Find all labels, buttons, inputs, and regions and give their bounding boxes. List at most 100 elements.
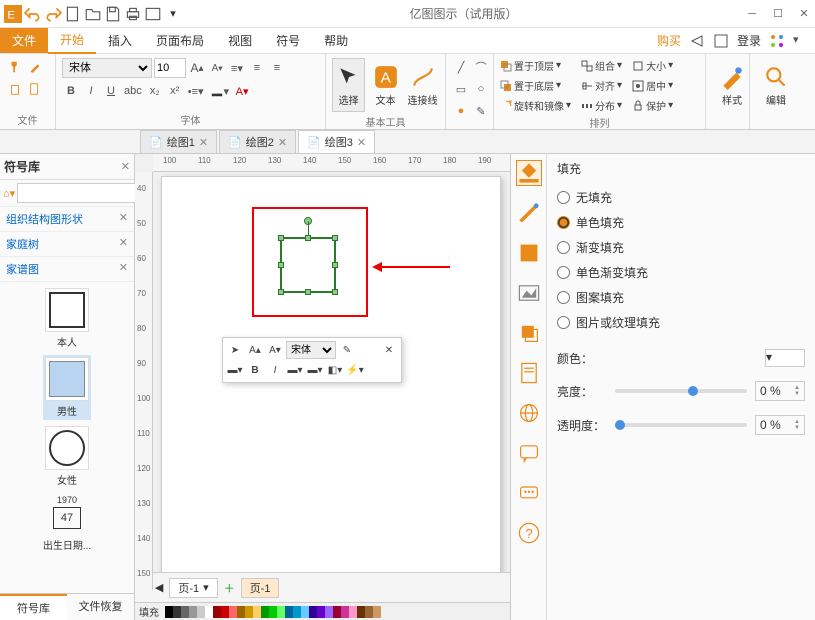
prev-page-icon[interactable]: ◀ (155, 581, 163, 594)
rotate-flip[interactable]: 旋转和镜像▾ (500, 98, 571, 113)
menu-view[interactable]: 视图 (216, 28, 264, 53)
page-tab-current[interactable]: 页-1▾ (169, 578, 217, 598)
qat-dropdown-icon[interactable]: ▾ (164, 5, 182, 23)
color-swatch[interactable] (333, 606, 341, 618)
paste-icon[interactable] (26, 80, 44, 98)
color-swatch[interactable] (357, 606, 365, 618)
panel-web-icon[interactable] (516, 400, 542, 426)
panel-fill-icon[interactable] (516, 160, 542, 186)
maximize-icon[interactable]: ☐ (771, 7, 785, 21)
line-spacing-icon[interactable]: ≡▾ (228, 59, 246, 77)
panel-comment-icon[interactable] (516, 440, 542, 466)
opacity-value[interactable]: 0 %▲▼ (755, 415, 805, 435)
ribbon-collapse-icon[interactable]: ▾ (793, 33, 809, 49)
font-size-input[interactable] (154, 58, 186, 78)
ft-increase-font[interactable]: A▴ (246, 341, 264, 359)
symbol-year[interactable]: 197047 (51, 493, 83, 531)
color-swatch[interactable] (365, 606, 373, 618)
brightness-value[interactable]: 0 %▲▼ (755, 381, 805, 401)
canvas-viewport[interactable]: ➤ A▴ A▾ 宋体 ✎ ✕ ▬▾ B I ▬▾ ▬▾ ◧▾ ⚡▾ (153, 172, 510, 572)
category-family-tree[interactable]: 家庭树✕ (0, 232, 134, 257)
app-icon[interactable]: E (4, 5, 22, 23)
strikethrough-icon[interactable]: abc (122, 82, 144, 100)
color-swatch[interactable] (293, 606, 301, 618)
menu-insert[interactable]: 插入 (96, 28, 144, 53)
superscript-icon[interactable]: x² (166, 82, 184, 100)
fill-option-0[interactable]: 无填充 (557, 185, 805, 210)
preview-icon[interactable] (144, 5, 162, 23)
color-swatch[interactable] (325, 606, 333, 618)
selected-shape[interactable] (280, 237, 336, 293)
menu-symbol[interactable]: 符号 (264, 28, 312, 53)
save-icon[interactable] (104, 5, 122, 23)
align-left-icon[interactable]: ≡ (248, 59, 266, 77)
panel-image-icon[interactable] (516, 280, 542, 306)
distribute-btn[interactable]: 分布▾ (581, 98, 622, 113)
share-icon[interactable] (689, 33, 705, 49)
ft-shadow-icon[interactable]: ▬▾ (306, 361, 324, 379)
color-swatch[interactable] (285, 606, 293, 618)
fill-option-2[interactable]: 渐变填充 (557, 235, 805, 260)
close-tab-icon[interactable]: ✕ (357, 136, 366, 149)
ft-line-icon[interactable]: ▬▾ (286, 361, 304, 379)
tab-symlib[interactable]: 符号库 (0, 594, 67, 620)
arc-shape-icon[interactable]: ⌒ (472, 58, 490, 76)
edit-button[interactable]: 编辑 (756, 58, 796, 112)
select-tool[interactable]: 选择 (332, 58, 365, 112)
color-swatch[interactable] (197, 606, 205, 618)
color-swatch[interactable] (341, 606, 349, 618)
color-swatch[interactable] (301, 606, 309, 618)
category-genealogy[interactable]: 家谱图✕ (0, 257, 134, 282)
doc-tab-3[interactable]: 📄绘图3✕ (298, 130, 375, 153)
color-swatch[interactable] (221, 606, 229, 618)
panel-shadow-icon[interactable] (516, 240, 542, 266)
fill-option-5[interactable]: 图片或纹理填充 (557, 310, 805, 335)
underline-icon[interactable]: U (102, 82, 120, 100)
align-btn[interactable]: 对齐▾ (581, 78, 622, 93)
symbol-female[interactable]: 女性 (43, 424, 91, 489)
ft-bold[interactable]: B (246, 361, 264, 379)
close-tab-icon[interactable]: ✕ (278, 136, 287, 149)
login-link[interactable]: 登录 (737, 32, 761, 49)
fill-option-1[interactable]: 单色填充 (557, 210, 805, 235)
color-swatch[interactable] (373, 606, 381, 618)
ft-italic[interactable]: I (266, 361, 284, 379)
panel-close-icon[interactable]: ✕ (121, 160, 130, 173)
page-tab-next[interactable]: 页-1 (241, 578, 280, 598)
connector-tool[interactable]: 连接线 (406, 58, 439, 112)
tab-recovery[interactable]: 文件恢复 (67, 594, 134, 620)
color-swatch[interactable] (213, 606, 221, 618)
close-tab-icon[interactable]: ✕ (199, 136, 208, 149)
protect-btn[interactable]: 保护▾ (632, 98, 673, 113)
color-palette[interactable] (165, 606, 381, 618)
drawing-page[interactable]: ➤ A▴ A▾ 宋体 ✎ ✕ ▬▾ B I ▬▾ ▬▾ ◧▾ ⚡▾ (161, 176, 501, 572)
italic-icon[interactable]: I (82, 82, 100, 100)
brightness-slider[interactable] (615, 389, 747, 393)
remove-cat-icon[interactable]: ✕ (119, 211, 128, 227)
close-icon[interactable]: ✕ (797, 7, 811, 21)
panel-page-icon[interactable] (516, 360, 542, 386)
oval-shape-icon[interactable]: ○ (472, 80, 490, 98)
font-name-select[interactable]: 宋体 (62, 58, 152, 78)
color-swatch[interactable] (309, 606, 317, 618)
bring-to-front[interactable]: 置于顶层▾ (500, 58, 571, 73)
panel-line-icon[interactable] (516, 200, 542, 226)
subscript-icon[interactable]: x₂ (146, 82, 164, 100)
color-swatch[interactable] (165, 606, 173, 618)
remove-cat-icon[interactable]: ✕ (119, 236, 128, 252)
category-org-chart[interactable]: 组织结构图形状✕ (0, 207, 134, 232)
color-picker[interactable]: ▾ (765, 349, 805, 367)
panel-chat-icon[interactable] (516, 480, 542, 506)
highlight-icon[interactable]: ▾ (208, 82, 232, 100)
pencil-icon[interactable]: ✎ (472, 102, 490, 120)
ft-fill-icon[interactable]: ▬▾ (226, 361, 244, 379)
style-button[interactable]: 样式 (712, 58, 752, 112)
align-v-icon[interactable]: ≡ (268, 59, 286, 77)
line-shape-icon[interactable]: ╱ (452, 58, 470, 76)
menu-help[interactable]: 帮助 (312, 28, 360, 53)
symbol-male[interactable]: 男性 (43, 355, 91, 420)
color-swatch[interactable] (349, 606, 357, 618)
color-swatch[interactable] (181, 606, 189, 618)
symbol-self[interactable]: 本人 (43, 286, 91, 351)
undo-icon[interactable] (24, 5, 42, 23)
